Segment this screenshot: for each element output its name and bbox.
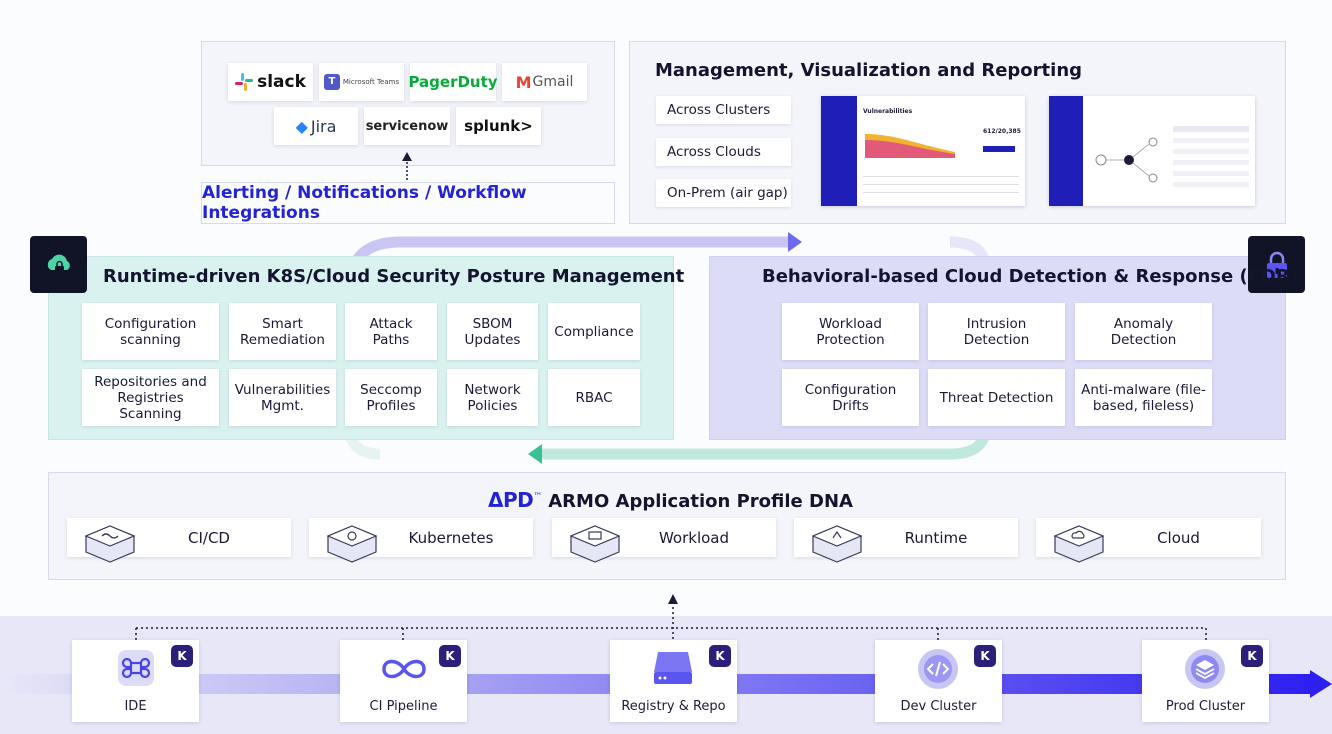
teams-icon: T: [323, 74, 340, 90]
vulnerabilities-dashboard-screenshot: Vulnerabilities 612/20,385: [821, 96, 1025, 206]
cspm-item-network-policies: Network Policies: [447, 369, 538, 426]
stage-ide-label: IDE: [124, 699, 147, 714]
pipeline-dotted-connector: [135, 594, 1207, 640]
apd-trademark: ™: [533, 492, 543, 502]
apd-logo: ΔPD: [488, 488, 534, 512]
cdr-item-anomaly-detection: Anomaly Detection: [1075, 303, 1212, 360]
layers-icon: [1185, 649, 1225, 689]
pagerduty-logo: PagerDuty: [408, 63, 498, 101]
stage-prod-cluster-label: Prod Cluster: [1165, 699, 1246, 714]
cspm-item-seccomp-profiles: Seccomp Profiles: [345, 369, 437, 426]
servicenow-label: servicenow: [365, 118, 449, 134]
stage-ide: K IDE: [72, 640, 199, 722]
server-icon: [654, 652, 692, 684]
gmail-icon: M: [515, 72, 532, 92]
kubescape-badge-icon: K: [439, 645, 461, 667]
gmail-logo: M Gmail: [502, 63, 587, 101]
kubescape-badge-icon: K: [1241, 645, 1263, 667]
cdr-item-configuration-drifts: Configuration Drifts: [782, 369, 919, 426]
dna-title-row: ΔPD ™ ARMO Application Profile DNA: [488, 488, 853, 512]
cdr-title: Behavioral-based Cloud Detection & Respo…: [762, 266, 1298, 287]
bottom-arrow-head: [528, 444, 542, 464]
cspm-title: Runtime-driven K8S/Cloud Security Postur…: [103, 266, 685, 287]
cdr-item-workload-protection: Workload Protection: [782, 303, 919, 360]
kubescape-badge-icon: K: [709, 645, 731, 667]
slack-icon: [235, 73, 254, 91]
servicenow-logo: servicenow: [364, 107, 450, 145]
cspm-item-smart-remediation: Smart Remediation: [229, 303, 336, 360]
cloud-lock-icon: [47, 254, 70, 274]
dna-title: ARMO Application Profile DNA: [548, 491, 853, 512]
cspm-item-configuration-scanning: Configuration scanning: [82, 303, 219, 360]
kubescape-badge-icon: K: [171, 645, 193, 667]
option-across-clusters: Across Clusters: [656, 96, 791, 124]
attack-path-screenshot: [1049, 96, 1255, 206]
management-title: Management, Visualization and Reporting: [655, 60, 1083, 81]
teams-logo: T Microsoft Teams: [319, 63, 404, 101]
gmail-label: Gmail: [532, 74, 574, 90]
integrations-caption: Alerting / Notifications / Workflow Inte…: [202, 183, 527, 223]
cspm-item-vulnerabilities-mgmt: Vulnerabilities Mgmt.: [229, 369, 336, 426]
kubescape-badge-icon: K: [974, 645, 996, 667]
cdr-item-anti-malware: Anti-malware (file-based, fileless): [1075, 369, 1212, 426]
cspm-item-repositories-scanning: Repositories and Registries Scanning: [82, 369, 219, 426]
stage-ci-pipeline: K CI Pipeline: [340, 640, 467, 722]
stage-ci-pipeline-label: CI Pipeline: [369, 699, 438, 714]
splunk-label: splunk>: [464, 117, 533, 135]
top-arrow-head: [788, 232, 802, 252]
infinity-icon: [382, 659, 426, 679]
cspm-item-sbom-updates: SBOM Updates: [447, 303, 538, 360]
screen1-heading: Vulnerabilities: [863, 108, 913, 115]
integration-connector-arrow: [402, 152, 412, 183]
cspm-item-rbac: RBAC: [548, 369, 640, 426]
screen1-stat: 612/20,385: [983, 128, 1021, 135]
runtime-hex-icon: [811, 525, 863, 563]
workload-hex-icon: [569, 525, 621, 563]
stage-dev-cluster-label: Dev Cluster: [900, 699, 977, 714]
cloud-hex-icon: [1053, 525, 1105, 563]
jira-logo: ◆ Jira: [274, 107, 358, 145]
stage-registry-repo: K Registry & Repo: [610, 640, 737, 722]
cdr-item-threat-detection: Threat Detection: [928, 369, 1065, 426]
option-across-clouds: Across Clouds: [656, 138, 791, 166]
stage-prod-cluster: K Prod Cluster: [1142, 640, 1269, 722]
cicd-hex-icon: [84, 525, 136, 563]
stage-dev-cluster: K Dev Cluster: [875, 640, 1002, 722]
cspm-item-compliance: Compliance: [548, 303, 640, 360]
option-on-prem: On-Prem (air gap): [656, 179, 791, 207]
pagerduty-label: PagerDuty: [408, 73, 498, 91]
integrations-caption-box: Alerting / Notifications / Workflow Inte…: [201, 182, 615, 224]
code-icon: [918, 649, 958, 689]
jira-label: Jira: [310, 116, 337, 136]
cdr-item-intrusion-detection: Intrusion Detection: [928, 303, 1065, 360]
slack-logo: slack: [228, 63, 313, 101]
command-icon: [118, 650, 154, 686]
splunk-logo: splunk>: [456, 107, 541, 145]
jira-icon: ◆: [295, 116, 308, 136]
stage-registry-repo-label: Registry & Repo: [621, 699, 726, 714]
integrations-panel: [201, 41, 615, 166]
teams-label: Microsoft Teams: [342, 78, 400, 86]
cspm-item-attack-paths: Attack Paths: [345, 303, 437, 360]
kubernetes-hex-icon: [326, 525, 378, 563]
slack-label: slack: [257, 72, 306, 92]
cspm-icon-box: [30, 236, 87, 293]
